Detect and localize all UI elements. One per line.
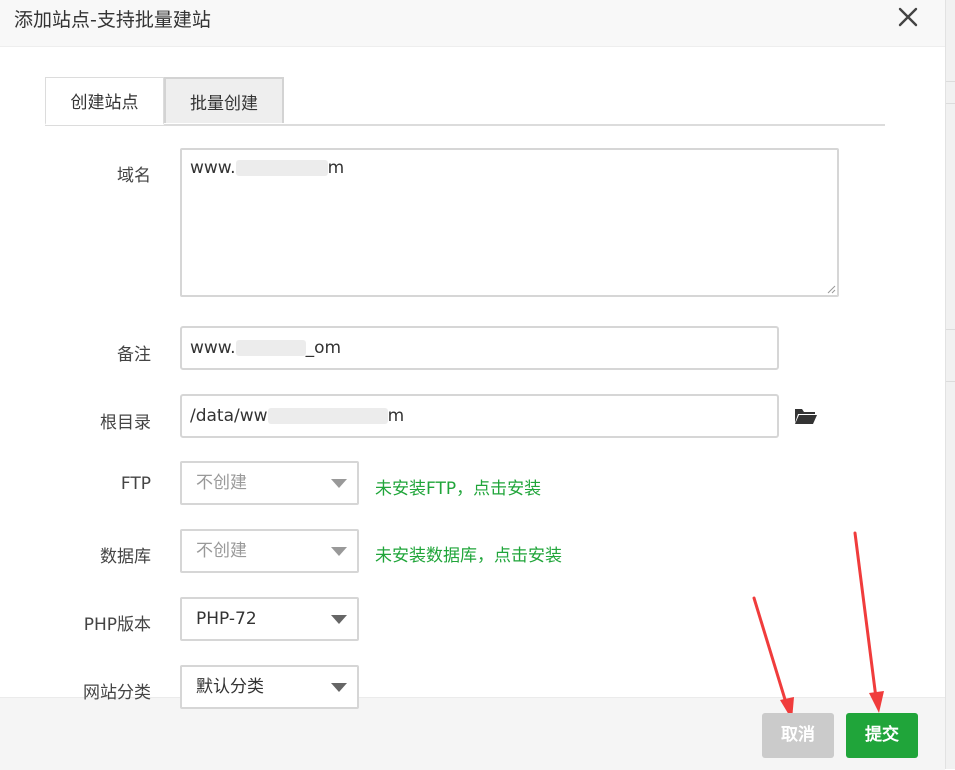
redacted-blur (267, 408, 388, 424)
tab-batch-create[interactable]: 批量创建 (164, 77, 284, 123)
site-category-label: 网站分类 (83, 683, 151, 703)
note-label: 备注 (117, 345, 151, 365)
domain-value-tail: m (327, 158, 345, 178)
tab-bar: 创建站点 批量创建 (45, 77, 885, 126)
php-version-selected: PHP-72 (196, 609, 257, 629)
domain-textarea[interactable]: www. m (180, 148, 839, 297)
root-dir-input[interactable]: /data/ww m (180, 394, 779, 438)
install-ftp-link[interactable]: 未安装FTP，点击安装 (375, 474, 541, 499)
redacted-blur (235, 160, 328, 176)
install-database-link[interactable]: 未安装数据库，点击安装 (375, 541, 562, 566)
note-value-tail: _om (305, 338, 342, 358)
background-divider (946, 81, 955, 82)
redacted-blur (235, 340, 306, 356)
database-select[interactable]: 不创建 (180, 529, 359, 573)
site-category-select[interactable]: 默认分类 (180, 665, 359, 709)
cancel-button[interactable]: 取消 (762, 713, 834, 758)
dialog-title: 添加站点-支持批量建站 (14, 9, 211, 31)
add-site-dialog: 添加站点-支持批量建站 创建站点 批量创建 域名 www. m 备注 www. _o… (0, 0, 945, 770)
domain-value: www. (190, 158, 236, 178)
background-page (945, 0, 955, 769)
root-dir-value-tail: m (387, 406, 405, 426)
php-version-label: PHP版本 (83, 615, 151, 635)
root-dir-label: 根目录 (100, 413, 151, 433)
root-dir-value: /data/ww (190, 406, 268, 426)
folder-open-icon[interactable] (794, 406, 818, 426)
ftp-selected: 不创建 (196, 473, 247, 493)
background-divider (946, 381, 955, 382)
chevron-down-icon (331, 479, 347, 488)
background-divider (946, 103, 955, 104)
ftp-label: FTP (120, 474, 151, 494)
site-category-selected: 默认分类 (196, 677, 264, 697)
close-icon[interactable] (896, 5, 920, 29)
chevron-down-icon (331, 615, 347, 624)
php-version-select[interactable]: PHP-72 (180, 597, 359, 641)
database-selected: 不创建 (196, 541, 247, 561)
submit-button[interactable]: 提交 (846, 713, 918, 758)
dialog-header: 添加站点-支持批量建站 (0, 0, 945, 47)
note-value: www. (190, 338, 236, 358)
background-divider (946, 329, 955, 330)
database-label: 数据库 (100, 547, 151, 567)
note-input[interactable]: www. _om (180, 326, 779, 370)
resize-grip-icon[interactable] (826, 284, 836, 294)
chevron-down-icon (331, 683, 347, 692)
domain-label: 域名 (117, 166, 151, 186)
chevron-down-icon (331, 547, 347, 556)
tab-create-site[interactable]: 创建站点 (45, 77, 164, 125)
ftp-select[interactable]: 不创建 (180, 461, 359, 505)
